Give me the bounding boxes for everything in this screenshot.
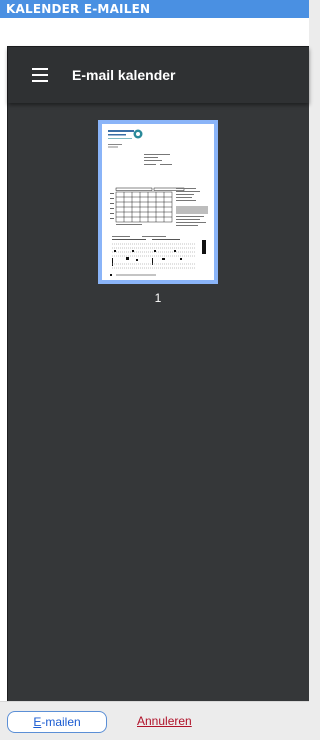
window-title: KALENDER E-MAILEN bbox=[0, 0, 309, 18]
document-page-preview bbox=[102, 124, 214, 280]
hamburger-menu-icon[interactable] bbox=[30, 66, 50, 84]
cancel-button[interactable]: Annuleren bbox=[137, 714, 192, 728]
schedule-grid bbox=[115, 191, 173, 223]
pdf-viewer: E-mail kalender 1 bbox=[7, 46, 309, 706]
viewer-toolbar: E-mail kalender bbox=[8, 47, 309, 103]
page-number: 1 bbox=[154, 291, 162, 305]
email-button-label: -mailen bbox=[41, 715, 81, 729]
dialog-footer: E-mailen Annuleren bbox=[0, 701, 309, 740]
document-logo bbox=[108, 129, 143, 139]
viewer-title: E-mail kalender bbox=[72, 67, 176, 83]
dialog-content: E-mail kalender 1 bbox=[0, 18, 309, 706]
email-button[interactable]: E-mailen bbox=[7, 711, 107, 733]
page-thumbnail[interactable] bbox=[98, 120, 218, 284]
